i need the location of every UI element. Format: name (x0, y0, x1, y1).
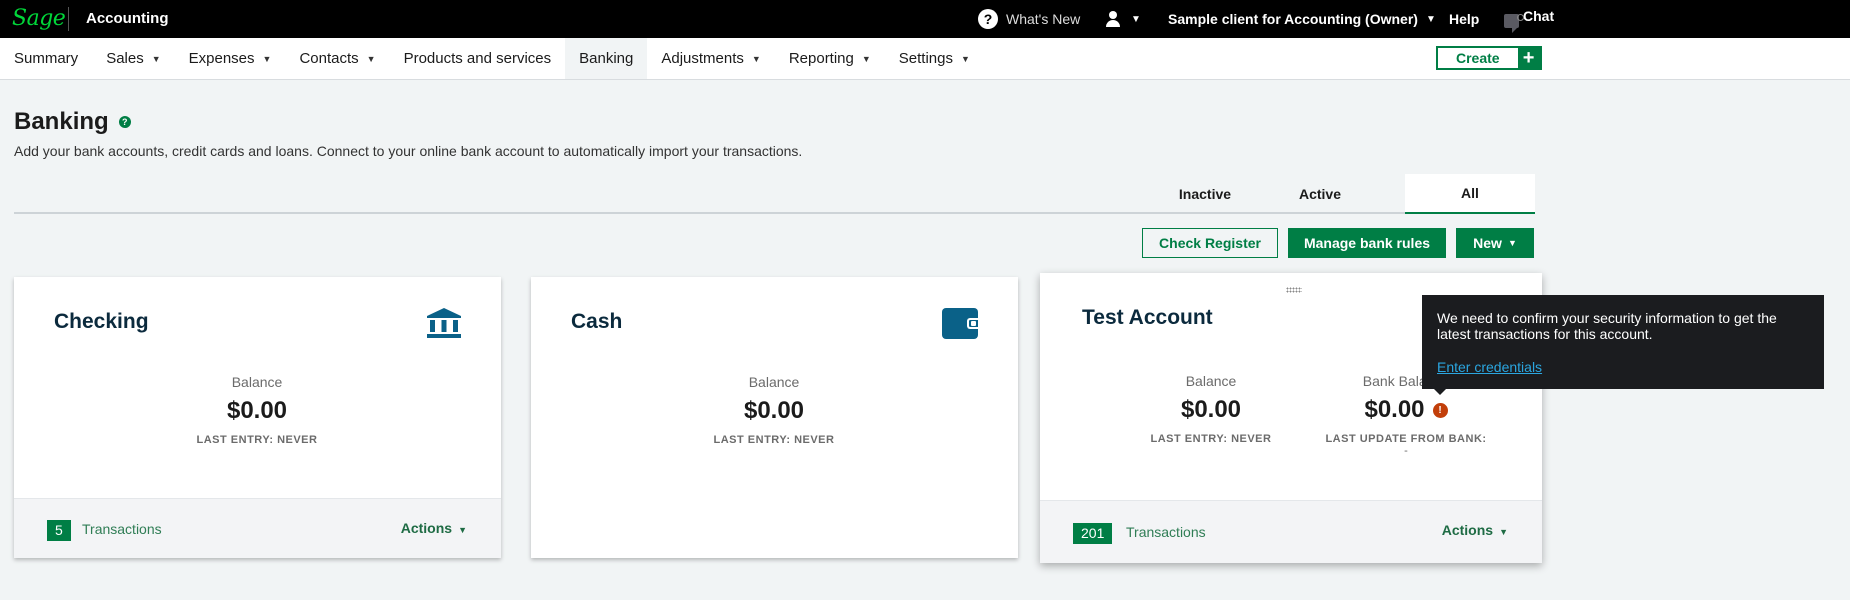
chevron-down-icon: ▼ (1425, 13, 1436, 25)
nav-adjustments[interactable]: Adjustments ▼ (647, 38, 774, 79)
nav-settings[interactable]: Settings ▼ (885, 38, 984, 79)
bank-balance-amount: $0.00 ! (1286, 396, 1526, 424)
logo-divider (68, 7, 69, 31)
page-subtitle: Add your bank accounts, credit cards and… (14, 143, 803, 159)
account-card-checking[interactable]: Checking Balance $0.00 LAST ENTRY: NEVER… (14, 277, 501, 558)
client-selector[interactable]: Sample client for Accounting (Owner) ▼ (1168, 0, 1436, 38)
balance-block: Balance $0.00 LAST ENTRY: NEVER (137, 374, 377, 446)
account-name[interactable]: Test Account (1082, 306, 1213, 330)
user-icon (1105, 11, 1121, 27)
page-title: Banking ? (14, 108, 131, 136)
nav-expenses[interactable]: Expenses ▼ (175, 38, 286, 79)
create-button[interactable]: Create + (1436, 46, 1542, 70)
help-label: Help (1449, 11, 1480, 27)
credentials-tooltip: We need to confirm your security informa… (1422, 295, 1824, 395)
new-button[interactable]: New ▼ (1456, 228, 1534, 258)
nav-products-and-services[interactable]: Products and services (390, 38, 566, 79)
account-name[interactable]: Checking (54, 310, 149, 334)
nav-summary[interactable]: Summary (0, 38, 92, 79)
chevron-down-icon: ▼ (151, 53, 161, 64)
nav-label: Settings (898, 50, 953, 67)
nav-label: Banking (579, 50, 634, 67)
whats-new-label: What's New (1006, 11, 1081, 27)
nav-sales[interactable]: Sales ▼ (92, 38, 174, 79)
nav-label: Summary (14, 50, 79, 67)
nav-label: Products and services (403, 50, 552, 67)
chevron-down-icon: ▼ (961, 53, 970, 64)
chevron-down-icon: ▼ (262, 53, 272, 64)
chevron-down-icon: ▼ (751, 53, 761, 64)
whats-new-button[interactable]: ? What's New (978, 0, 1080, 38)
transactions-link[interactable]: Transactions (1126, 524, 1206, 540)
drag-handle-icon[interactable] (1286, 287, 1302, 293)
enter-credentials-link[interactable]: Enter credentials (1437, 359, 1542, 375)
balance-label: Balance (748, 374, 800, 390)
user-menu-button[interactable]: ▼ (1105, 0, 1141, 38)
chat-label: Chat (1523, 8, 1555, 24)
nav-contacts[interactable]: Contacts ▼ (285, 38, 389, 79)
chevron-down-icon: ▼ (1131, 13, 1141, 25)
warning-icon[interactable]: ! (1432, 402, 1448, 418)
client-name: Sample client for Accounting (Owner) (1168, 11, 1418, 27)
last-entry: LAST ENTRY: NEVER (713, 434, 835, 446)
last-update-label: LAST UPDATE FROM BANK: (1325, 433, 1487, 445)
manage-bank-rules-button[interactable]: Manage bank rules (1288, 228, 1446, 258)
chat-button[interactable]: Chat (1504, 0, 1554, 38)
card-footer: 5 Transactions Actions ▼ (14, 498, 501, 558)
transactions-count-badge[interactable]: 5 (47, 520, 71, 541)
tooltip-message: We need to confirm your security informa… (1437, 310, 1777, 342)
chevron-down-icon: ▼ (366, 53, 376, 64)
chevron-down-icon: ▼ (1499, 527, 1508, 537)
chat-bubble-icon (1504, 14, 1524, 33)
account-name[interactable]: Cash (571, 310, 622, 334)
chevron-down-icon: ▼ (1507, 238, 1517, 248)
chevron-down-icon: ▼ (458, 525, 467, 535)
question-icon: ? (978, 9, 998, 29)
account-card-cash[interactable]: Cash Balance $0.00 LAST ENTRY: NEVER (531, 277, 1018, 558)
main-nav: Summary Sales ▼ Expenses ▼ Contacts ▼ Produ… (0, 38, 1850, 80)
help-link[interactable]: Help (1449, 0, 1479, 38)
app-name: Accounting (86, 10, 169, 27)
top-bar: Sage Accounting ? What's New ▼ Sample cl… (0, 0, 1850, 38)
tab-all[interactable]: All (1405, 174, 1535, 214)
last-entry: LAST ENTRY: NEVER (196, 434, 318, 446)
tab-active[interactable]: Active (1270, 174, 1370, 214)
help-icon[interactable]: ? (118, 116, 131, 128)
nav-reporting[interactable]: Reporting ▼ (775, 38, 885, 79)
sage-logo[interactable]: Sage (12, 6, 66, 31)
new-label: New (1473, 235, 1502, 251)
transactions-count-badge[interactable]: 201 (1073, 523, 1113, 544)
tab-inactive[interactable]: Inactive (1155, 174, 1255, 214)
balance-amount: $0.00 (226, 397, 288, 424)
chevron-down-icon: ▼ (861, 53, 871, 64)
wallet-icon (942, 308, 978, 339)
nav-label: Contacts (299, 50, 359, 67)
actions-dropdown[interactable]: Actions ▼ (1442, 522, 1508, 538)
card-footer: 201 Transactions Actions ▼ (1040, 500, 1542, 563)
actions-dropdown[interactable]: Actions ▼ (401, 520, 467, 536)
plus-icon: + (1517, 48, 1540, 68)
page-title-text: Banking (14, 108, 109, 135)
nav-label: Adjustments (661, 50, 744, 67)
balance-label: Balance (231, 374, 283, 390)
create-label: Create (1438, 48, 1518, 68)
nav-label: Expenses (188, 50, 255, 67)
balance-block: Balance $0.00 LAST ENTRY: NEVER (654, 374, 894, 446)
transactions-link[interactable]: Transactions (82, 521, 162, 537)
nav-label: Reporting (788, 50, 854, 67)
last-update-value: - (1404, 445, 1408, 457)
check-register-button[interactable]: Check Register (1142, 228, 1278, 258)
balance-amount: $0.00 (743, 397, 805, 424)
nav-label: Sales (106, 50, 144, 67)
bank-icon (427, 308, 461, 338)
nav-banking[interactable]: Banking (565, 38, 648, 79)
